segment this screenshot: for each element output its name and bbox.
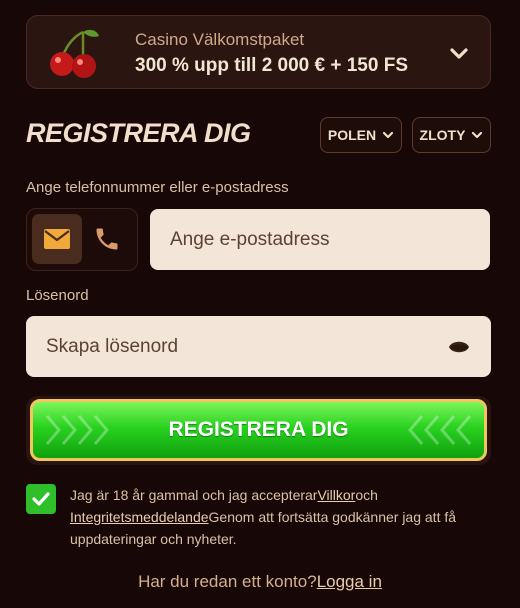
terms-and: och [355,487,378,503]
page-title: REGISTRERA DIG [26,118,251,148]
country-value: POLEN [327,127,377,143]
eye-icon[interactable] [448,336,470,358]
promo-title: Casino Välkomstpaket [135,30,305,49]
email-method-button[interactable] [32,214,82,264]
submit-button-frame: REGISTRERA DIG [26,396,491,465]
cherries-icon [50,29,99,78]
contact-method-toggle [26,208,138,271]
password-field[interactable] [26,316,491,377]
terms-link[interactable]: Villkor [317,487,355,503]
login-question: Har du redan ett konto? [138,572,317,591]
currency-select[interactable]: ZLOTY [412,117,491,153]
terms-text: Jag är 18 år gammal och jag accepterarVi… [70,484,490,550]
register-button-label: REGISTRERA DIG [168,418,349,441]
privacy-link[interactable]: Integritetsmeddelande [70,509,209,525]
login-prompt: Har du redan ett konto?Logga in [0,572,520,592]
contact-label: Ange telefonnummer eller e-postadress [26,179,289,196]
currency-value: ZLOTY [419,127,466,143]
country-select[interactable]: POLEN [320,117,402,153]
password-label: Lösenord [26,287,89,304]
phone-icon[interactable] [93,225,121,253]
envelope-icon [44,229,70,249]
chevron-down-icon [383,131,394,139]
chevron-pattern-icon [408,415,472,445]
chevron-down-icon[interactable] [448,42,470,64]
terms-text-part1: Jag är 18 år gammal och jag accepterar [70,487,318,503]
age-terms-checkbox[interactable] [26,484,56,514]
chevron-down-icon [472,131,483,139]
login-link[interactable]: Logga in [317,572,382,591]
register-button[interactable]: REGISTRERA DIG [30,399,487,461]
checkmark-icon [32,492,50,506]
email-field[interactable] [150,209,490,270]
welcome-offer-banner[interactable]: Casino Välkomstpaket 300 % upp till 2 00… [26,15,491,89]
chevron-pattern-icon [45,415,109,445]
promo-offer: 300 % upp till 2 000 € + 150 FS [135,55,408,76]
